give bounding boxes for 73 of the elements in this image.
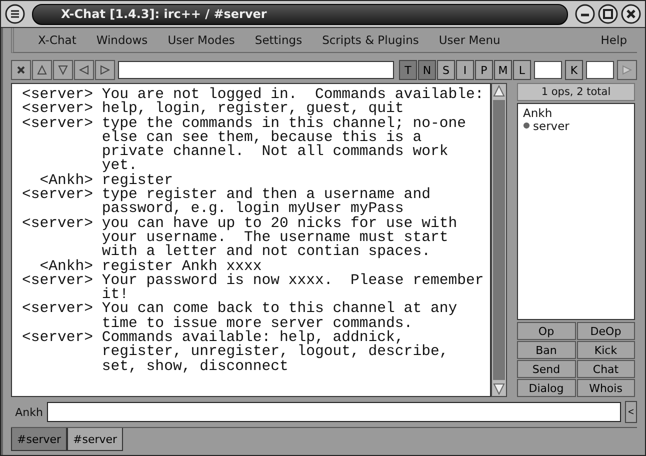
user-name[interactable]: server (533, 118, 570, 132)
user-action-button[interactable]: Send (517, 360, 576, 378)
message-text: register (102, 174, 173, 188)
message-text: Your password is now xxxx. Please remember it! (102, 274, 484, 302)
user-count: 1 ops, 2 total (517, 83, 635, 101)
user-action-button[interactable]: Whois (576, 379, 635, 397)
right-triangle-icon (100, 65, 110, 75)
message-nick: <server> (22, 331, 94, 348)
menu-item[interactable]: Help (590, 33, 637, 47)
move-up-button[interactable] (32, 60, 52, 80)
menu-item[interactable]: Scripts & Plugins (312, 33, 429, 47)
user-action-button[interactable]: Kick (576, 341, 635, 359)
user-action-button[interactable]: Chat (576, 360, 635, 378)
nick-label: Ankh (14, 406, 43, 418)
minimize-icon[interactable] (575, 4, 595, 24)
collapse-button[interactable] (617, 60, 637, 80)
user-action-button[interactable]: Op (517, 322, 576, 340)
message-nick: <server> (22, 88, 94, 102)
menu-item[interactable]: Settings (244, 33, 312, 47)
message-text: type the commands in this channel; no-one else can see them, because this is a private channel. Not all commands work yet. (102, 116, 467, 174)
menu-item[interactable]: User Menu (428, 33, 510, 47)
mode-button[interactable]: I (456, 60, 474, 80)
close-tab-button[interactable] (11, 60, 31, 80)
mode-button[interactable]: N (418, 60, 436, 80)
user-action-button[interactable]: Ban (517, 341, 576, 359)
down-arrow-icon[interactable] (492, 382, 506, 396)
message-text: Commands available: help, addnick, register, unregister, logout, describe, set, show, disconnect (102, 331, 450, 374)
message-nick: <Ankh> (38, 174, 94, 188)
menu-item[interactable]: X-Chat (28, 33, 86, 47)
userlist-toggle-button[interactable]: < (625, 401, 637, 423)
message-text: You can come back to this channel at any time to issue more server commands. (102, 302, 458, 332)
left-triangle-icon (79, 65, 89, 75)
mode-button[interactable]: S (437, 60, 455, 80)
close-icon (16, 65, 26, 75)
move-right-button[interactable] (95, 60, 115, 80)
message-text: register Ankh xxxx (102, 260, 263, 274)
scrollbar[interactable] (491, 83, 507, 397)
message-nick: <server> (22, 116, 94, 134)
up-triangle-icon (37, 65, 47, 75)
channel-tab[interactable]: #server (11, 428, 68, 451)
message-input[interactable] (47, 402, 621, 422)
message-text: you can have up to 20 nicks for use with your username. The username must start with a letter and not contian spaces. (102, 216, 458, 260)
key-field[interactable] (586, 61, 614, 79)
mode-button[interactable]: M (494, 60, 512, 80)
maximize-icon[interactable] (598, 4, 618, 24)
message-nick: <server> (22, 102, 94, 117)
down-triangle-icon (58, 65, 68, 75)
move-down-button[interactable] (53, 60, 73, 80)
menu-icon[interactable] (5, 4, 25, 24)
message-nick: <server> (22, 216, 94, 234)
mode-button[interactable]: P (475, 60, 493, 80)
topic-field[interactable] (118, 61, 394, 79)
user-name[interactable]: Ankh (523, 106, 552, 120)
menu-item[interactable]: User Modes (158, 33, 245, 47)
move-left-button[interactable] (74, 60, 94, 80)
message-nick: <server> (22, 274, 94, 291)
user-action-button[interactable]: DeOp (576, 322, 635, 340)
channel-tab[interactable]: #server (67, 428, 124, 451)
message-nick: <Ankh> (38, 260, 94, 274)
menu-item[interactable]: Windows (86, 33, 158, 47)
mode-button[interactable]: T (399, 60, 417, 80)
message-text: You are not logged in. Commands available: (102, 88, 484, 102)
user-action-button[interactable]: Dialog (517, 379, 576, 397)
message-nick: <server> (22, 302, 94, 320)
key-mode-button[interactable]: K (565, 60, 583, 80)
up-arrow-icon[interactable] (492, 84, 506, 98)
message-text: help, login, register, guest, quit (102, 102, 405, 117)
close-icon[interactable] (621, 4, 641, 24)
right-triangle-icon (622, 65, 632, 75)
mode-button[interactable]: L (513, 60, 531, 80)
limit-field[interactable] (534, 61, 562, 79)
message-nick: <server> (22, 188, 94, 206)
window-title: X-Chat [1.4.3]: irc++ / #server (32, 4, 568, 24)
